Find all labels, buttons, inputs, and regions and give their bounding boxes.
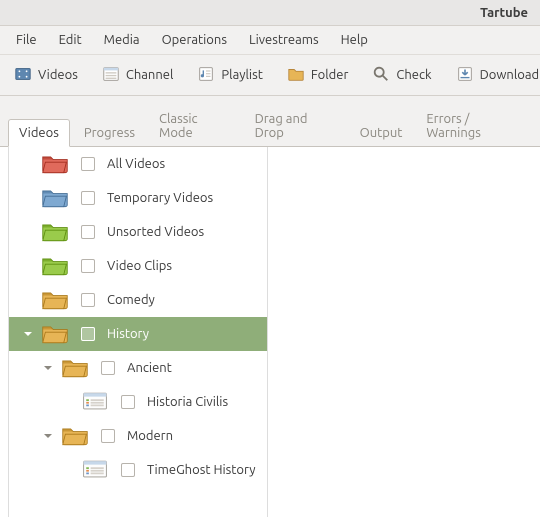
videos-icon [14, 65, 32, 86]
toolbar-videos-button[interactable]: Videos [8, 61, 84, 90]
expander-placeholder [21, 191, 35, 205]
expander-icon[interactable] [41, 429, 55, 443]
tree-row-label: TimeGhost History [147, 463, 255, 477]
expander-placeholder [21, 259, 35, 273]
toolbar: Videos Channel Playlist Folder Check Download [0, 54, 540, 96]
row-checkbox[interactable] [81, 191, 95, 205]
tree-row[interactable]: Modern [9, 419, 267, 453]
row-checkbox[interactable] [81, 259, 95, 273]
row-checkbox[interactable] [81, 225, 95, 239]
toolbar-label: Check [396, 68, 431, 82]
folder-icon [61, 424, 89, 449]
menu-edit[interactable]: Edit [49, 29, 92, 51]
expander-placeholder [21, 157, 35, 171]
expander-placeholder [61, 463, 75, 477]
tree-row-label: Comedy [107, 293, 155, 307]
row-checkbox[interactable] [121, 395, 135, 409]
folder-icon [41, 186, 69, 211]
tab-errors-warnings[interactable]: Errors / Warnings [416, 106, 532, 146]
toolbar-playlist-button[interactable]: Playlist [191, 61, 268, 90]
menu-livestreams[interactable]: Livestreams [239, 29, 329, 51]
tree-row[interactable]: TimeGhost History [9, 453, 267, 487]
playlist-icon [197, 65, 215, 86]
tree-row[interactable]: Historia Civilis [9, 385, 267, 419]
tree-row-label: Modern [127, 429, 173, 443]
row-checkbox[interactable] [81, 327, 95, 341]
main-panel [268, 147, 540, 517]
toolbar-label: Channel [126, 68, 174, 82]
check-icon [372, 65, 390, 86]
row-checkbox[interactable] [121, 463, 135, 477]
row-checkbox[interactable] [81, 293, 95, 307]
download-icon [456, 65, 474, 86]
content-area: All Videos Temporary Videos Unsorted Vid… [0, 147, 540, 517]
folder-icon [287, 65, 305, 86]
titlebar: Tartube [0, 0, 540, 26]
channel-icon [102, 65, 120, 86]
channel-icon [81, 458, 109, 483]
toolbar-download-button[interactable]: Download [450, 61, 540, 90]
expander-placeholder [21, 293, 35, 307]
menu-media[interactable]: Media [94, 29, 150, 51]
row-checkbox[interactable] [101, 361, 115, 375]
tree-row-label: Ancient [127, 361, 172, 375]
row-checkbox[interactable] [101, 429, 115, 443]
folder-icon [41, 322, 69, 347]
window-title: Tartube [480, 6, 528, 20]
expander-icon[interactable] [21, 327, 35, 341]
tab-videos[interactable]: Videos [8, 119, 70, 147]
tree-row[interactable]: Ancient [9, 351, 267, 385]
folder-icon [41, 152, 69, 177]
folder-icon [41, 288, 69, 313]
menu-operations[interactable]: Operations [152, 29, 237, 51]
tree-row-label: History [107, 327, 149, 341]
toolbar-folder-button[interactable]: Folder [281, 61, 355, 90]
toolbar-label: Playlist [221, 68, 262, 82]
sidebar-tree: All Videos Temporary Videos Unsorted Vid… [8, 147, 268, 517]
channel-icon [81, 390, 109, 415]
toolbar-label: Folder [311, 68, 349, 82]
tree-row[interactable]: History [9, 317, 267, 351]
tab-output[interactable]: Output [350, 120, 413, 146]
folder-icon [41, 254, 69, 279]
tabbar: VideosProgressClassic ModeDrag and DropO… [0, 96, 540, 147]
menu-file[interactable]: File [6, 29, 47, 51]
tree-row[interactable]: Unsorted Videos [9, 215, 267, 249]
tree-row[interactable]: Comedy [9, 283, 267, 317]
tree-row[interactable]: Temporary Videos [9, 181, 267, 215]
tree-row[interactable]: Video Clips [9, 249, 267, 283]
menu-help[interactable]: Help [331, 29, 378, 51]
expander-placeholder [61, 395, 75, 409]
toolbar-channel-button[interactable]: Channel [96, 61, 180, 90]
tree-row-label: Temporary Videos [107, 191, 213, 205]
tree-row-label: All Videos [107, 157, 165, 171]
menubar: FileEditMediaOperationsLivestreamsHelp [0, 26, 540, 54]
tab-classic-mode[interactable]: Classic Mode [149, 106, 241, 146]
tree-row-label: Unsorted Videos [107, 225, 204, 239]
row-checkbox[interactable] [81, 157, 95, 171]
tab-drag-and-drop[interactable]: Drag and Drop [245, 106, 346, 146]
toolbar-label: Download [480, 68, 540, 82]
expander-icon[interactable] [41, 361, 55, 375]
tree-row-label: Video Clips [107, 259, 172, 273]
tree-row[interactable]: All Videos [9, 147, 267, 181]
folder-icon [61, 356, 89, 381]
toolbar-label: Videos [38, 68, 78, 82]
tab-progress[interactable]: Progress [74, 120, 145, 146]
tree-row-label: Historia Civilis [147, 395, 228, 409]
toolbar-check-button[interactable]: Check [366, 61, 437, 90]
expander-placeholder [21, 225, 35, 239]
folder-icon [41, 220, 69, 245]
